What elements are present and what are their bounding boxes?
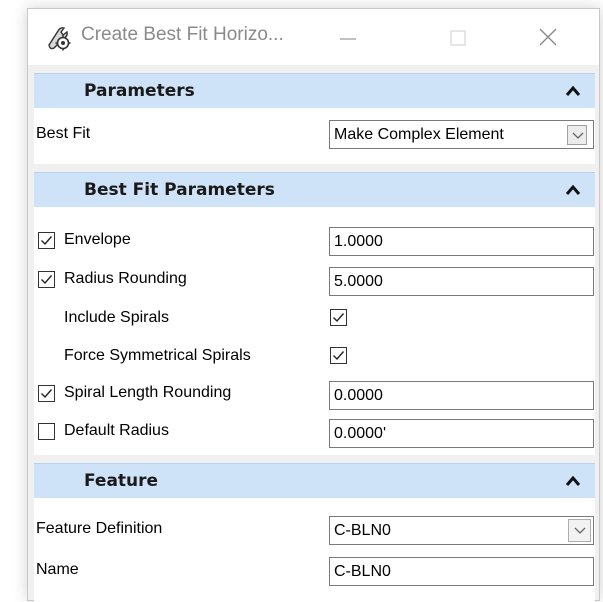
close-button[interactable] xyxy=(528,19,568,55)
feature-section-header[interactable]: Feature xyxy=(34,463,595,498)
envelope-input[interactable]: 1.0000 xyxy=(329,227,594,256)
parameters-section-title: Parameters xyxy=(84,81,195,101)
radius-rounding-input[interactable]: 5.0000 xyxy=(329,267,594,296)
best-fit-dropdown[interactable]: Make Complex Element xyxy=(329,120,594,149)
default-radius-input[interactable]: 0.0000' xyxy=(329,419,594,448)
radius-rounding-value: 5.0000 xyxy=(334,273,383,290)
chevron-down-icon[interactable] xyxy=(567,125,587,145)
default-radius-value: 0.0000' xyxy=(334,425,386,442)
spiral-length-rounding-value: 0.0000 xyxy=(334,387,383,404)
best-fit-parameters-section-panel: Envelope 1.0000 Radius Rounding 5.0000 I… xyxy=(34,207,595,455)
minimize-button[interactable] xyxy=(328,19,368,55)
window-title: Create Best Fit Horizo... xyxy=(81,24,284,45)
tools-icon xyxy=(48,27,71,51)
envelope-label: Envelope xyxy=(64,231,131,248)
feature-section-title: Feature xyxy=(84,471,159,491)
spiral-length-rounding-label: Spiral Length Rounding xyxy=(64,384,232,401)
spiral-length-rounding-checkbox[interactable] xyxy=(38,385,55,402)
dialog-window: Create Best Fit Horizo... Parameters Bes… xyxy=(27,8,600,602)
best-fit-parameters-section-title: Best Fit Parameters xyxy=(84,180,275,200)
name-label: Name xyxy=(36,561,79,578)
best-fit-label: Best Fit xyxy=(36,125,91,142)
best-fit-parameters-section-header[interactable]: Best Fit Parameters xyxy=(34,172,595,207)
default-radius-checkbox[interactable] xyxy=(38,423,55,440)
radius-rounding-checkbox[interactable] xyxy=(38,271,55,288)
default-radius-label: Default Radius xyxy=(64,422,169,439)
parameters-section-panel: Best Fit Make Complex Element xyxy=(34,108,595,164)
feature-definition-value: C-BLN0 xyxy=(334,522,391,539)
chevron-down-icon[interactable] xyxy=(568,519,591,542)
include-spirals-label: Include Spirals xyxy=(64,309,169,326)
feature-definition-dropdown[interactable]: C-BLN0 xyxy=(329,516,594,545)
feature-definition-label: Feature Definition xyxy=(36,520,163,537)
chevron-up-icon[interactable] xyxy=(565,184,581,196)
title-bar[interactable]: Create Best Fit Horizo... xyxy=(28,9,599,65)
envelope-value: 1.0000 xyxy=(334,233,383,250)
spiral-length-rounding-input[interactable]: 0.0000 xyxy=(329,381,594,410)
chevron-up-icon[interactable] xyxy=(565,475,581,487)
force-symmetrical-spirals-checkbox[interactable] xyxy=(330,347,347,364)
parameters-section-header[interactable]: Parameters xyxy=(34,73,595,108)
name-input[interactable]: C-BLN0 xyxy=(329,557,594,586)
chevron-up-icon[interactable] xyxy=(565,85,581,97)
include-spirals-checkbox[interactable] xyxy=(330,309,347,326)
best-fit-value: Make Complex Element xyxy=(334,126,504,143)
radius-rounding-label: Radius Rounding xyxy=(64,270,187,287)
name-value: C-BLN0 xyxy=(334,563,391,580)
feature-section-panel: Feature Definition C-BLN0 Name C-BLN0 xyxy=(34,498,595,602)
maximize-button[interactable] xyxy=(438,19,478,55)
envelope-checkbox[interactable] xyxy=(38,232,55,249)
force-symmetrical-spirals-label: Force Symmetrical Spirals xyxy=(64,347,251,364)
